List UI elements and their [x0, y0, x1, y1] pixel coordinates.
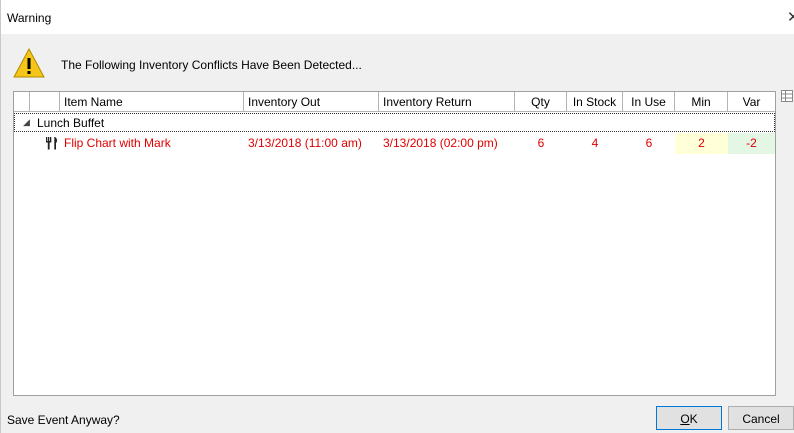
cell-item-name: Flip Chart with Mark — [64, 136, 171, 150]
cell-qty: 6 — [537, 136, 545, 150]
column-header-in-stock[interactable]: In Stock — [567, 92, 623, 112]
cell-in-use: 6 — [645, 136, 653, 150]
collapse-arrow-icon[interactable]: ◢ — [23, 117, 30, 128]
warning-icon — [13, 48, 45, 78]
dialog-title: Warning — [7, 11, 52, 25]
column-header-inventory-return[interactable]: Inventory Return — [379, 92, 515, 112]
cancel-button[interactable]: Cancel — [728, 406, 794, 430]
utensils-icon — [46, 137, 58, 150]
cell-inventory-out: 3/13/2018 (11:00 am) — [248, 136, 362, 150]
column-header-min[interactable]: Min — [675, 92, 728, 112]
column-header-item-name[interactable]: Item Name — [60, 92, 244, 112]
conflicts-message: The Following Inventory Conflicts Have B… — [61, 58, 362, 72]
group-row-lunch-buffet[interactable]: ◢ Lunch Buffet — [14, 113, 775, 132]
group-label: Lunch Buffet — [37, 116, 105, 130]
warning-dialog: Warning ✕ The Following Inventory Confli… — [0, 0, 794, 433]
column-chooser-icon[interactable] — [781, 90, 793, 102]
cell-inventory-return: 3/13/2018 (02:00 pm) — [383, 136, 498, 150]
cell-var: -2 — [728, 133, 775, 154]
ok-button-label: K — [689, 412, 698, 426]
cell-in-stock: 4 — [591, 136, 599, 150]
column-header-inventory-out[interactable]: Inventory Out — [244, 92, 379, 112]
close-icon[interactable]: ✕ — [787, 8, 794, 26]
table-row[interactable]: Flip Chart with Mark 3/13/2018 (11:00 am… — [14, 133, 775, 154]
save-anyway-prompt: Save Event Anyway? — [7, 413, 120, 427]
column-header-in-use[interactable]: In Use — [623, 92, 675, 112]
conflicts-grid: Item Name Inventory Out Inventory Return… — [13, 91, 776, 396]
icon-column-header — [30, 92, 60, 112]
column-header-var[interactable]: Var — [728, 92, 775, 112]
cell-min: 2 — [675, 133, 728, 154]
ok-mnemonic: O — [680, 412, 690, 426]
row-selector-header — [14, 92, 30, 112]
title-bar: Warning ✕ — [1, 0, 794, 34]
ok-button[interactable]: OK — [656, 406, 722, 430]
column-header-qty[interactable]: Qty — [515, 92, 567, 112]
